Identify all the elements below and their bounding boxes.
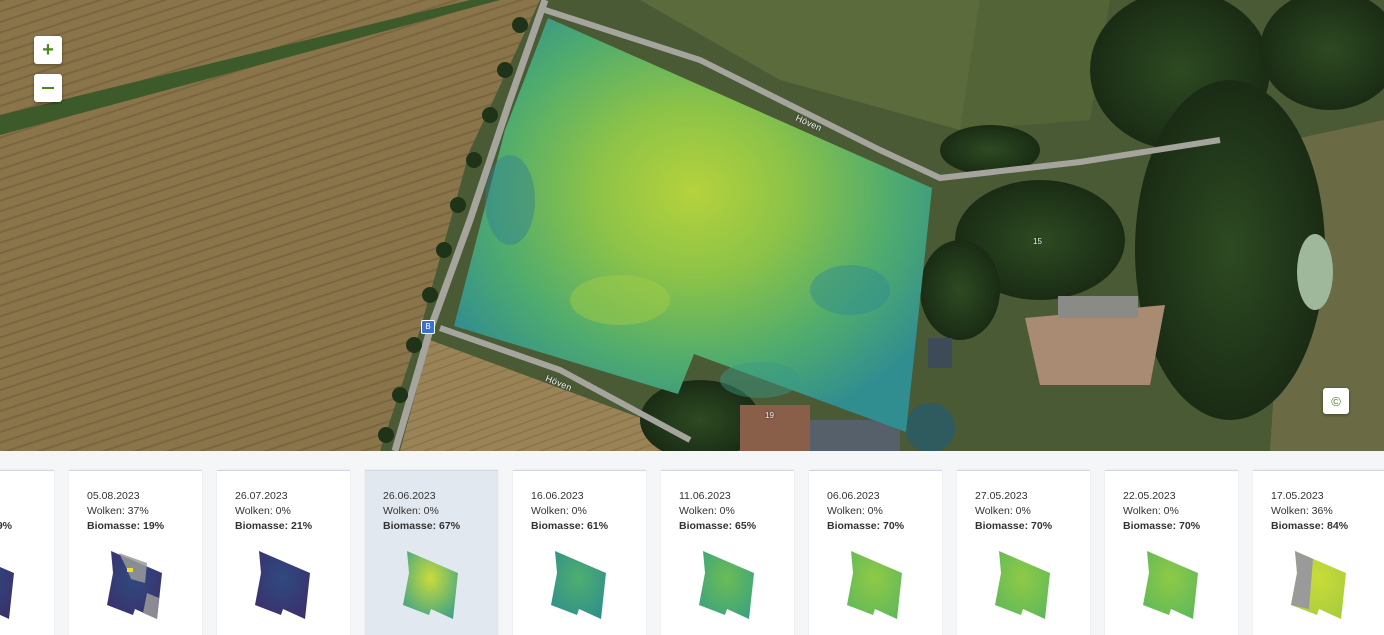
image-clouds: Wolken: 0% bbox=[1123, 505, 1179, 517]
image-clouds: Wolken: 0% bbox=[531, 505, 587, 517]
image-biomass: Biomasse: 67% bbox=[383, 520, 461, 532]
image-biomass: Biomasse: 70% bbox=[827, 520, 905, 532]
image-clouds: Wolken: 0% bbox=[679, 505, 735, 517]
field-thumbnail bbox=[107, 551, 162, 619]
image-clouds: Wolken: 36% bbox=[1271, 505, 1333, 517]
image-biomass: Biomasse: 65% bbox=[679, 520, 757, 532]
field-thumbnail bbox=[847, 551, 902, 619]
satellite-imagery bbox=[0, 0, 1384, 451]
image-card[interactable]: 26.07.2023 Wolken: 0% Biomasse: 21% bbox=[217, 470, 350, 635]
bus-stop-icon[interactable]: B bbox=[421, 320, 435, 334]
image-biomass: Biomasse: 84% bbox=[1271, 520, 1349, 532]
image-date: 11.06.2023 bbox=[679, 490, 731, 502]
image-biomass: Biomasse: 19% bbox=[87, 520, 165, 532]
image-biomass: Biomasse: 61% bbox=[531, 520, 609, 532]
image-date: 27.05.2023 bbox=[975, 490, 1028, 502]
image-card[interactable]: 06.06.2023 Wolken: 0% Biomasse: 70% bbox=[809, 470, 942, 635]
zoom-in-button[interactable]: + bbox=[34, 36, 62, 64]
image-card[interactable]: 05.08.2023 Wolken: 37% Biomasse: 19% bbox=[69, 470, 202, 635]
image-card[interactable]: 27.05.2023 Wolken: 0% Biomasse: 70% bbox=[957, 470, 1090, 635]
field-thumbnail bbox=[0, 566, 14, 619]
house-number: 15 bbox=[1033, 237, 1042, 246]
field-thumbnail bbox=[995, 551, 1050, 619]
house-number: 19 bbox=[765, 411, 774, 420]
image-clouds: Wolken: 0% bbox=[235, 505, 291, 517]
attribution-button[interactable]: © bbox=[1323, 388, 1349, 414]
zoom-out-button[interactable] bbox=[34, 74, 62, 102]
image-biomass: Biomasse: 70% bbox=[1123, 520, 1201, 532]
image-biomass: 19% bbox=[0, 520, 13, 532]
image-biomass: Biomasse: 21% bbox=[235, 520, 313, 532]
image-date: 17.05.2023 bbox=[1271, 490, 1324, 502]
image-date: 22.05.2023 bbox=[1123, 490, 1176, 502]
image-clouds: Wolken: 0% bbox=[827, 505, 883, 517]
field-thumbnail bbox=[699, 551, 754, 619]
image-date: 26.07.2023 bbox=[235, 490, 288, 502]
image-card[interactable]: 19% bbox=[0, 470, 54, 635]
image-card[interactable]: 16.06.2023 Wolken: 0% Biomasse: 61% bbox=[513, 470, 646, 635]
map-view[interactable]: + Höven Höven 15 19 B © bbox=[0, 0, 1384, 451]
image-date: 16.06.2023 bbox=[531, 490, 584, 502]
image-date: 06.06.2023 bbox=[827, 490, 880, 502]
field-thumbnail bbox=[1291, 551, 1346, 619]
image-timeline[interactable]: 19% 05.08.2023 Wolken: 37% Biomasse: 19% 26.… bbox=[0, 451, 1384, 635]
image-clouds: Wolken: 37% bbox=[87, 505, 149, 517]
image-card[interactable]: 26.06.2023 Wolken: 0% Biomasse: 67% bbox=[365, 470, 498, 635]
image-date: 26.06.2023 bbox=[383, 490, 436, 502]
image-biomass: Biomasse: 70% bbox=[975, 520, 1053, 532]
field-thumbnail bbox=[1143, 551, 1198, 619]
field-thumbnail bbox=[403, 551, 458, 619]
image-clouds: Wolken: 0% bbox=[975, 505, 1031, 517]
image-card[interactable]: 17.05.2023 Wolken: 36% Biomasse: 84% bbox=[1253, 470, 1384, 635]
image-date: 05.08.2023 bbox=[87, 490, 140, 502]
minus-icon bbox=[42, 87, 54, 89]
field-thumbnail bbox=[551, 551, 606, 619]
image-card[interactable]: 11.06.2023 Wolken: 0% Biomasse: 65% bbox=[661, 470, 794, 635]
image-card[interactable]: 22.05.2023 Wolken: 0% Biomasse: 70% bbox=[1105, 470, 1238, 635]
image-clouds: Wolken: 0% bbox=[383, 505, 439, 517]
field-thumbnail bbox=[255, 551, 310, 619]
